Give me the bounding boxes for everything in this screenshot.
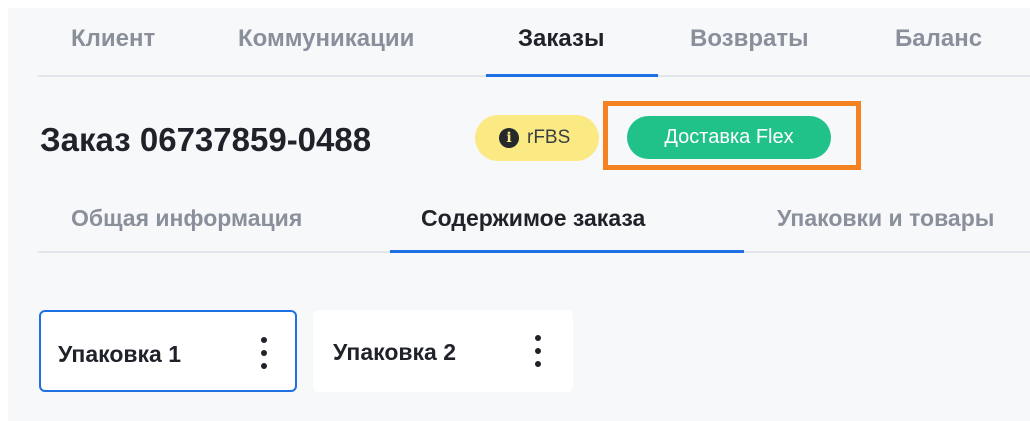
tab-packages-and-goods[interactable]: Упаковки и товары: [777, 205, 994, 232]
active-tab-indicator: [486, 74, 658, 77]
tab-communications[interactable]: Коммуникации: [238, 25, 414, 53]
order-panel: Клиент Коммуникации Заказы Возвраты Бала…: [8, 8, 1030, 421]
kebab-menu-icon[interactable]: [259, 337, 269, 371]
package-card-2[interactable]: Упаковка 2: [313, 310, 573, 392]
rfbs-badge-label: rFBS: [527, 127, 571, 148]
package-card-1[interactable]: Упаковка 1: [39, 310, 297, 392]
tab-order-contents[interactable]: Содержимое заказа: [421, 205, 645, 232]
tab-general-info[interactable]: Общая информация: [71, 205, 302, 232]
kebab-menu-icon[interactable]: [533, 335, 543, 369]
tab-orders[interactable]: Заказы: [518, 25, 604, 53]
order-sub-tabs: Общая информация Содержимое заказа Упако…: [38, 188, 1030, 254]
order-title: Заказ 06737859-0488: [40, 121, 372, 158]
delivery-flex-label: Доставка Flex: [664, 126, 794, 148]
delivery-flex-badge[interactable]: Доставка Flex: [627, 116, 831, 159]
tab-client[interactable]: Клиент: [71, 25, 155, 53]
package-label: Упаковка 1: [58, 341, 181, 367]
info-icon: i: [499, 128, 519, 148]
tab-balance[interactable]: Баланс: [895, 25, 982, 53]
tab-returns[interactable]: Возвраты: [690, 25, 809, 53]
rfbs-badge[interactable]: i rFBS: [475, 115, 599, 161]
main-tabs: Клиент Коммуникации Заказы Возвраты Бала…: [38, 8, 1030, 77]
package-label: Упаковка 2: [333, 339, 456, 365]
active-sub-tab-indicator: [390, 250, 744, 253]
